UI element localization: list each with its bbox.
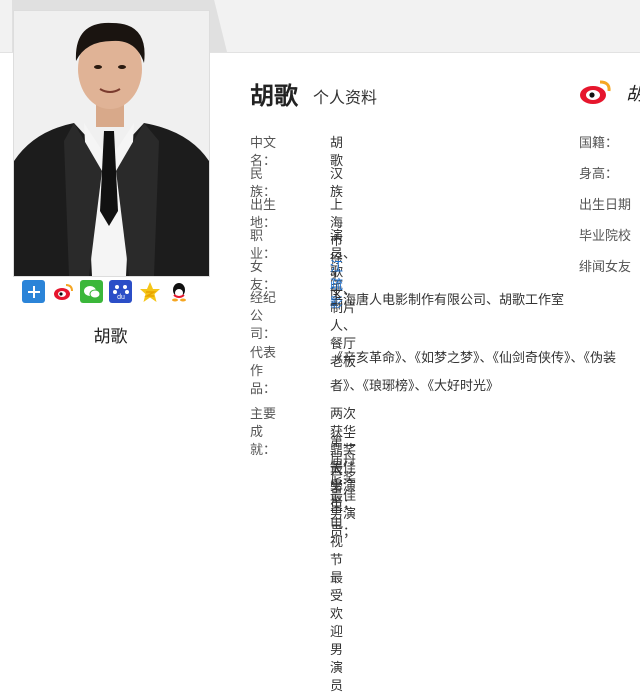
profile-photo: [13, 10, 210, 277]
share-bar: du: [22, 280, 202, 306]
svg-text:du: du: [117, 294, 125, 301]
page-subtitle: 个人资料: [313, 88, 378, 107]
field-label-school: 毕业院校: [579, 229, 632, 244]
photo-caption: 胡歌: [93, 327, 128, 347]
achievement-item: 大学生电视节最受欢迎男演员: [330, 463, 344, 694]
portrait-image: [14, 11, 209, 276]
page-title: 胡歌: [250, 82, 298, 110]
agency-value: 上海唐人电影制作有限公司、胡歌工作室: [330, 293, 565, 308]
works-value: 《辛亥革命》、《如梦之梦》、《仙剑奇侠传》、《伪装者》、《琅琊榜》、《大好时光》: [330, 351, 617, 394]
baidu-icon[interactable]: du: [109, 280, 132, 303]
weibo-name[interactable]: 胡: [626, 80, 640, 106]
field-label-nationality: 国籍：: [579, 136, 619, 151]
qzone-icon[interactable]: [138, 280, 161, 303]
wechat-icon[interactable]: [80, 280, 103, 303]
field-label-height: 身高：: [579, 167, 619, 182]
field-label-birthdate: 出生日期: [579, 198, 632, 213]
plus-icon[interactable]: [22, 280, 45, 303]
weibo-logo-icon[interactable]: [578, 78, 612, 106]
weibo-icon[interactable]: [51, 280, 74, 303]
field-label: 主要成就：: [250, 407, 277, 458]
qq-icon[interactable]: [167, 280, 190, 303]
field-label-rumored-girlfriend: 绯闻女友: [579, 260, 632, 275]
field-label: 代表作品：: [250, 346, 277, 397]
